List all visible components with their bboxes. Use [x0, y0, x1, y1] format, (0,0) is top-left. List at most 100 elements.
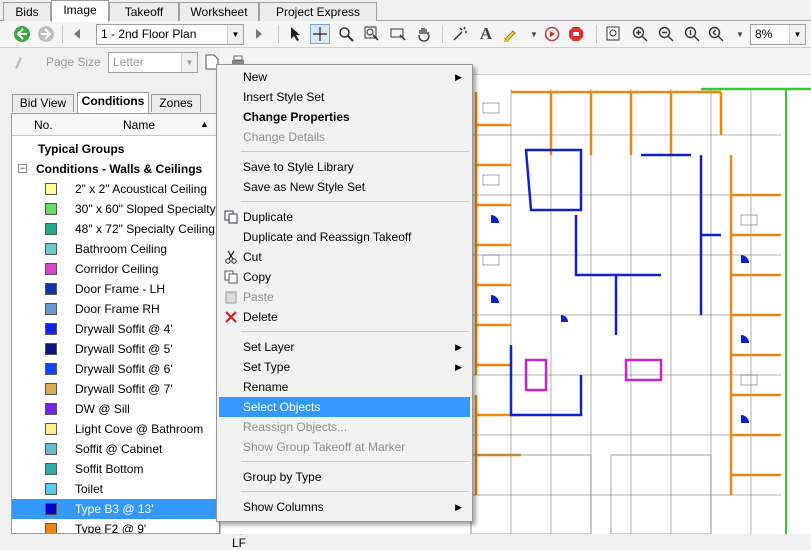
- next-page-icon[interactable]: [252, 24, 266, 44]
- back-icon[interactable]: [12, 24, 32, 44]
- zoom-window-icon[interactable]: [362, 24, 382, 44]
- condition-row[interactable]: Drywall Soffit @ 6': [12, 359, 219, 379]
- menu-item-duplicate-and-reassign-takeoff[interactable]: Duplicate and Reassign Takeoff: [219, 227, 470, 247]
- condition-name: Drywall Soffit @ 4': [75, 322, 173, 336]
- menu-item-cut[interactable]: Cut: [219, 247, 470, 267]
- condition-row[interactable]: Bathroom Ceiling: [12, 239, 219, 259]
- tab-bids[interactable]: Bids: [3, 2, 51, 21]
- menu-item-save-to-style-library[interactable]: Save to Style Library: [219, 157, 470, 177]
- copy-icon: [223, 269, 239, 285]
- page-size-select[interactable]: Letter ▼: [108, 52, 198, 73]
- condition-row[interactable]: Drywall Soffit @ 7': [12, 379, 219, 399]
- column-header-name[interactable]: Name: [123, 118, 155, 132]
- condition-name: DW @ Sill: [75, 402, 130, 416]
- highlighter-icon[interactable]: [500, 24, 520, 44]
- image-toolbar: 1 - 2nd Floor Plan ▼ A ▼ ▼ 8% ▼: [0, 21, 811, 48]
- tab-project-express[interactable]: Project Express: [259, 2, 377, 21]
- zoom-page-icon[interactable]: [604, 24, 624, 44]
- condition-row[interactable]: Toilet: [12, 479, 219, 499]
- menu-item-set-layer[interactable]: Set Layer ▶: [219, 337, 470, 357]
- collapse-icon[interactable]: −: [18, 164, 27, 173]
- condition-row[interactable]: Soffit @ Cabinet: [12, 439, 219, 459]
- menu-item-delete[interactable]: Delete: [219, 307, 470, 327]
- condition-row[interactable]: DW @ Sill: [12, 399, 219, 419]
- text-tool-icon[interactable]: A: [476, 24, 496, 44]
- condition-row[interactable]: Soffit Bottom: [12, 459, 219, 479]
- condition-swatch: [45, 483, 57, 495]
- condition-row[interactable]: Door Frame RH: [12, 299, 219, 319]
- menu-item-label: Set Type: [243, 360, 291, 374]
- group-row-typical[interactable]: Typical Groups: [12, 139, 219, 159]
- menu-item-label: Copy: [243, 270, 272, 284]
- menu-item-label: Insert Style Set: [243, 90, 325, 104]
- tab-zones[interactable]: Zones: [151, 94, 201, 112]
- stop-icon[interactable]: [566, 24, 586, 44]
- menu-item-label: Cut: [243, 250, 262, 264]
- condition-name: Corridor Ceiling: [75, 262, 159, 276]
- chevron-down-icon: ▼: [181, 53, 197, 72]
- chevron-down-icon[interactable]: ▼: [730, 24, 750, 44]
- menu-item-save-as-new-style-set[interactable]: Save as New Style Set: [219, 177, 470, 197]
- condition-name: Bathroom Ceiling: [75, 242, 168, 256]
- chevron-down-icon[interactable]: ▼: [524, 24, 544, 44]
- condition-swatch: [45, 223, 57, 235]
- tab-conditions[interactable]: Conditions: [77, 92, 149, 113]
- menu-item-select-objects[interactable]: Select Objects: [219, 397, 470, 417]
- condition-row[interactable]: Light Cove @ Bathroom: [12, 419, 219, 439]
- zoom-in-icon[interactable]: [630, 24, 650, 44]
- condition-swatch: [45, 323, 57, 335]
- tab-bid-view[interactable]: Bid View: [12, 94, 74, 112]
- zoom-previous-icon[interactable]: [706, 24, 726, 44]
- magnifier-icon[interactable]: [336, 24, 356, 44]
- menu-separator: [241, 331, 469, 332]
- column-header-no[interactable]: No.: [34, 118, 53, 132]
- condition-swatch: [45, 403, 57, 415]
- condition-row[interactable]: Door Frame - LH: [12, 279, 219, 299]
- page-select[interactable]: 1 - 2nd Floor Plan ▼: [96, 24, 244, 45]
- condition-row[interactable]: 2" x 2" Acoustical Ceiling: [12, 179, 219, 199]
- conditions-panel: Bid View Conditions Zones No. Name ▲ Typ…: [0, 75, 262, 550]
- zoom-out-icon[interactable]: [656, 24, 676, 44]
- condition-row[interactable]: Corridor Ceiling: [12, 259, 219, 279]
- menu-item-rename[interactable]: Rename: [219, 377, 470, 397]
- menu-item-copy[interactable]: Copy: [219, 267, 470, 287]
- menu-item-new[interactable]: New ▶: [219, 67, 470, 87]
- menu-item-change-details: Change Details: [219, 127, 470, 147]
- condition-swatch: [45, 443, 57, 455]
- group-row-walls[interactable]: − Conditions - Walls & Ceilings: [12, 159, 219, 179]
- record-icon[interactable]: [542, 24, 562, 44]
- condition-swatch: [45, 363, 57, 375]
- menu-item-insert-style-set[interactable]: Insert Style Set: [219, 87, 470, 107]
- menu-item-group-by-type[interactable]: Group by Type: [219, 467, 470, 487]
- condition-name: 30" x 60" Sloped Specialty...: [75, 202, 220, 216]
- tab-worksheet[interactable]: Worksheet: [179, 2, 259, 21]
- condition-row[interactable]: Type B3 @ 13': [12, 499, 219, 519]
- menu-item-change-properties[interactable]: Change Properties: [219, 107, 470, 127]
- menu-item-label: Duplicate and Reassign Takeoff: [243, 230, 412, 244]
- tab-takeoff[interactable]: Takeoff: [109, 2, 179, 21]
- tab-image[interactable]: Image: [51, 0, 109, 22]
- condition-swatch: [45, 383, 57, 395]
- menu-item-show-columns[interactable]: Show Columns ▶: [219, 497, 470, 517]
- select-area-icon[interactable]: [388, 24, 408, 44]
- zoom-select[interactable]: 8% ▼: [750, 24, 806, 45]
- page-size-value: Letter: [113, 55, 144, 69]
- menu-item-label: New: [243, 70, 268, 84]
- delete-icon: [223, 309, 239, 325]
- condition-row[interactable]: 48" x 72" Specialty Ceiling: [12, 219, 219, 239]
- menu-item-duplicate[interactable]: Duplicate: [219, 207, 470, 227]
- menu-item-set-type[interactable]: Set Type ▶: [219, 357, 470, 377]
- pan-hand-icon[interactable]: [414, 24, 434, 44]
- condition-row[interactable]: Drywall Soffit @ 4': [12, 319, 219, 339]
- submenu-arrow-icon: ▶: [455, 72, 462, 82]
- annotate-icon[interactable]: [450, 24, 470, 44]
- condition-row[interactable]: Drywall Soffit @ 5': [12, 339, 219, 359]
- previous-page-icon[interactable]: [70, 24, 84, 44]
- zoom-actual-icon[interactable]: [682, 24, 702, 44]
- crosshair-icon[interactable]: [310, 24, 330, 44]
- condition-name: Type B3 @ 13': [75, 502, 154, 516]
- forward-icon[interactable]: [36, 24, 56, 44]
- pointer-icon[interactable]: [286, 24, 306, 44]
- condition-row[interactable]: 30" x 60" Sloped Specialty...: [12, 199, 220, 219]
- list-row-partial[interactable]: Type F2 @ 9': [12, 519, 219, 533]
